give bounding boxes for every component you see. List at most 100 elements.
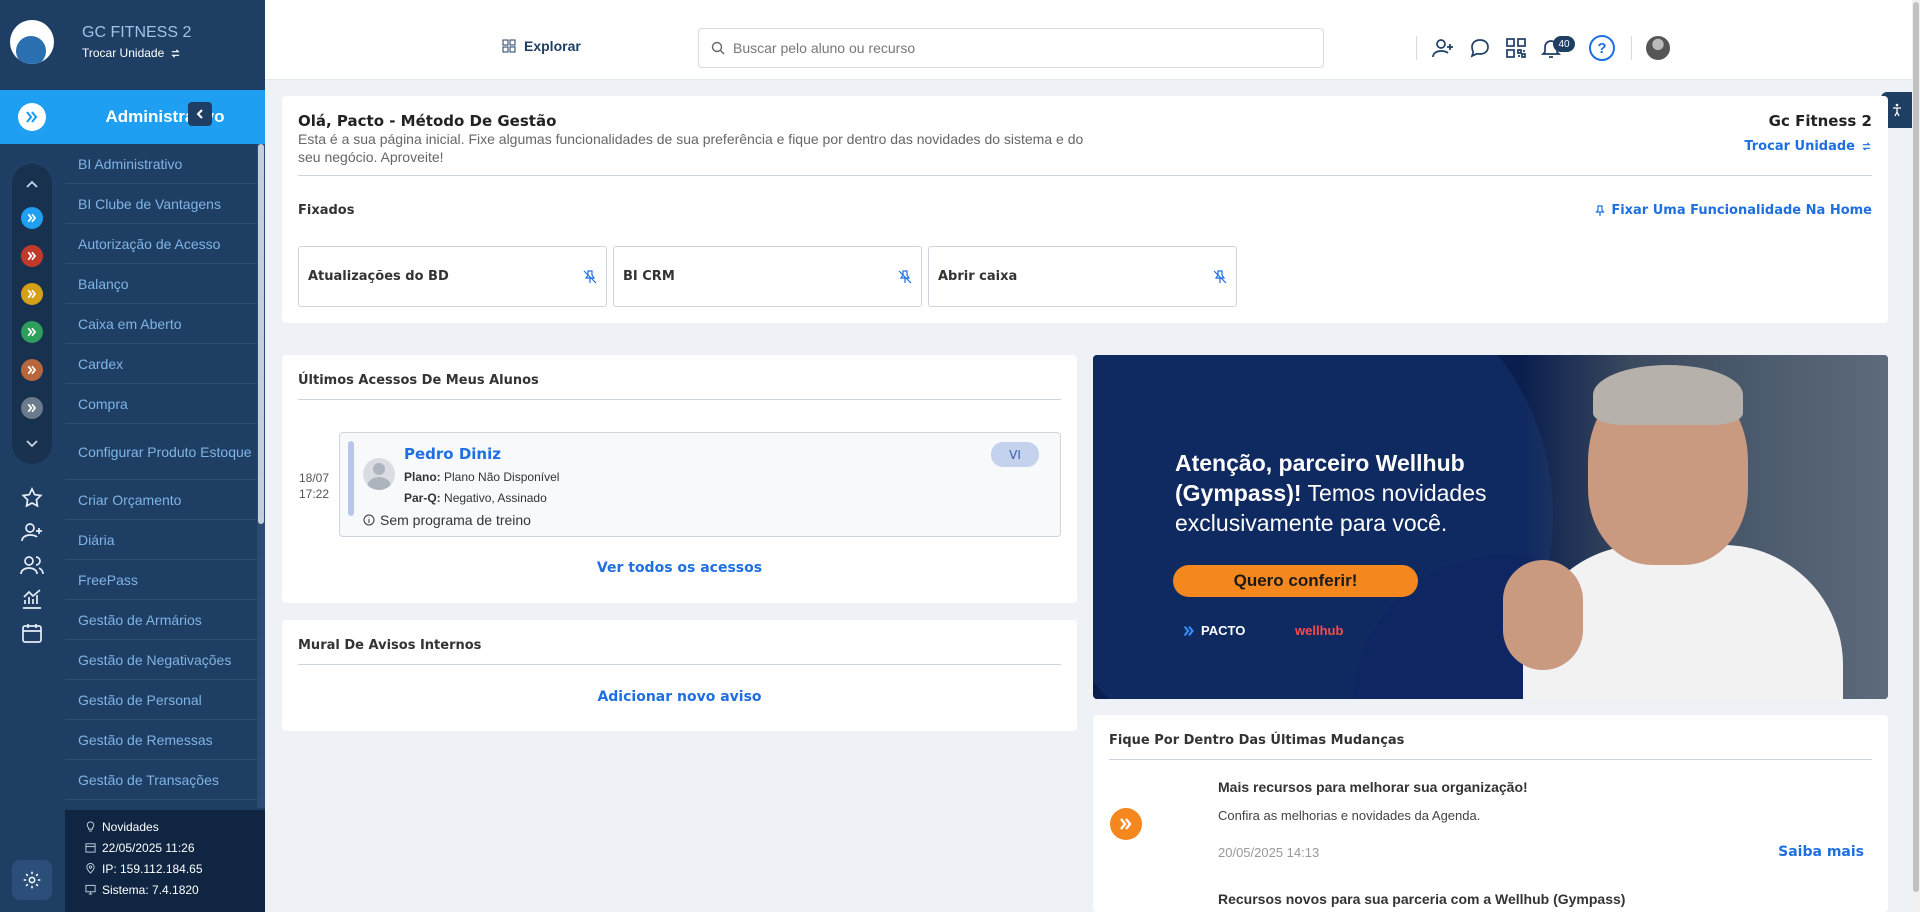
switch-unit-label: Trocar Unidade [1744, 139, 1855, 154]
sidebar-scrollbar[interactable] [257, 144, 265, 808]
divider [298, 399, 1061, 400]
sidebar-item-cardex[interactable]: Cardex [65, 344, 257, 384]
news-item-more-link[interactable]: Saiba mais [1778, 844, 1864, 860]
explore-label: Explorar [524, 38, 581, 54]
module-icon-blue[interactable] [21, 207, 43, 229]
unpin-icon[interactable] [1212, 269, 1228, 285]
student-access-item[interactable]: Pedro Diniz Plano: Plano Não Disponível … [339, 432, 1061, 537]
users-icon[interactable] [20, 553, 44, 577]
news-item-title-2: Recursos novos para sua parceria com a W… [1218, 891, 1626, 907]
student-name[interactable]: Pedro Diniz [404, 445, 501, 463]
internal-notices-card: Mural De Avisos Internos Adicionar novo … [282, 620, 1077, 731]
toolbar-divider [1631, 36, 1632, 60]
pinned-item-bi-crm[interactable]: BI CRM [613, 246, 922, 307]
current-unit-name: Gc Fitness 2 [1768, 112, 1872, 130]
sidebar-item-bi-administrativo[interactable]: BI Administrativo [65, 144, 257, 184]
notifications-badge: 40 [1553, 36, 1575, 52]
chart-icon[interactable] [20, 587, 44, 611]
calendar-small-icon [85, 843, 96, 853]
pinned-item-atualizacoes-do-bd[interactable]: Atualizações do BD [298, 246, 607, 307]
page-scrollbar[interactable] [1912, 0, 1920, 912]
last-accesses-card: Últimos Acessos De Meus Alunos 18/07 17:… [282, 355, 1077, 603]
star-icon[interactable] [20, 486, 44, 510]
student-avatar [363, 458, 395, 490]
sidebar-item-gestao-de-negativacoes[interactable]: Gestão de Negativações [65, 640, 257, 680]
pin-icon [1595, 204, 1606, 216]
info-icon [363, 514, 375, 526]
internal-notices-title: Mural De Avisos Internos [298, 638, 482, 653]
see-all-accesses-link[interactable]: Ver todos os acessos [282, 560, 1077, 576]
divider [298, 175, 1872, 176]
sidebar-item-gestao-de-remessas[interactable]: Gestão de Remessas [65, 720, 257, 760]
banner-headline: Atenção, parceiro Wellhub (Gympass)! Tem… [1175, 448, 1595, 538]
search-icon [711, 41, 725, 55]
sidebar-module-title: Administrativo [65, 90, 265, 144]
unpin-icon[interactable] [897, 269, 913, 285]
add-notice-link[interactable]: Adicionar novo aviso [282, 689, 1077, 705]
module-icon-gray[interactable] [21, 397, 43, 419]
company-logo[interactable] [10, 20, 54, 64]
news-item-icon [1110, 808, 1142, 840]
sidebar-item-configurar-produto-estoque[interactable]: Configurar Produto Estoque [65, 424, 257, 480]
sidebar-item-criar-orcamento[interactable]: Criar Orçamento [65, 480, 257, 520]
pinned-item-abrir-caixa[interactable]: Abrir caixa [928, 246, 1237, 307]
settings-button[interactable] [12, 860, 52, 900]
chat-icon[interactable] [1468, 36, 1492, 60]
unpin-icon[interactable] [582, 269, 598, 285]
calendar-icon[interactable] [20, 621, 44, 645]
news-item-title: Mais recursos para melhorar sua organiza… [1218, 779, 1528, 795]
sidebar-unit-name: GC FITNESS 2 [82, 24, 192, 41]
no-program-label: Sem programa de treino [380, 512, 531, 528]
sidebar-item-freepass[interactable]: FreePass [65, 560, 257, 600]
sidebar-item-balanco[interactable]: Balanço [65, 264, 257, 304]
sidebar-item-gestao-de-transacoes[interactable]: Gestão de Transações [65, 760, 257, 800]
module-icon-red[interactable] [21, 245, 43, 267]
sidebar-item-compra[interactable]: Compra [65, 384, 257, 424]
rail-active-module[interactable] [0, 90, 65, 144]
qr-code-icon[interactable] [1504, 36, 1528, 60]
module-icon-green[interactable] [21, 321, 43, 343]
access-date: 18/07 [298, 471, 330, 485]
grid-icon [502, 39, 516, 53]
swap-icon [171, 48, 180, 58]
last-accesses-title: Últimos Acessos De Meus Alunos [298, 373, 539, 388]
icon-rail [0, 0, 65, 912]
collapse-sidebar-button[interactable] [188, 102, 212, 126]
latest-changes-card: Fique Por Dentro Das Últimas Mudanças Ma… [1093, 715, 1888, 912]
banner-cta-button[interactable]: Quero conferir! [1173, 565, 1418, 597]
add-user-icon[interactable] [1431, 36, 1455, 60]
chevron-down-icon[interactable] [23, 434, 41, 452]
sidebar-item-autorizacao-de-acesso[interactable]: Autorização de Acesso [65, 224, 257, 264]
monitor-icon [85, 884, 96, 895]
module-icon-yellow[interactable] [21, 283, 43, 305]
plan-label: Plano: [404, 470, 441, 484]
search-input[interactable] [733, 40, 1293, 56]
swap-icon [1862, 142, 1871, 151]
explore-button[interactable]: Explorar [502, 38, 581, 54]
sidebar-item-bi-clube-de-vantagens[interactable]: BI Clube de Vantagens [65, 184, 257, 224]
pacto-module-icon [18, 103, 46, 131]
sidebar-item-gestao-de-armarios[interactable]: Gestão de Armários [65, 600, 257, 640]
sidebar-item-diaria[interactable]: Diária [65, 520, 257, 560]
sidebar-switch-unit-label: Trocar Unidade [82, 46, 165, 60]
module-icon-brown[interactable] [21, 359, 43, 381]
sidebar-item-gestao-de-personal[interactable]: Gestão de Personal [65, 680, 257, 720]
pinned-item-label: Atualizações do BD [308, 269, 449, 284]
chevron-up-icon[interactable] [23, 176, 41, 194]
chevron-left-icon [196, 109, 203, 119]
help-icon[interactable]: ? [1589, 35, 1615, 61]
pin-feature-link[interactable]: Fixar Uma Funcionalidade Na Home [1595, 203, 1872, 218]
sidebar-switch-unit[interactable]: Trocar Unidade [82, 46, 181, 60]
student-program-status: Sem programa de treino [363, 512, 531, 528]
switch-unit-link[interactable]: Trocar Unidade [1744, 139, 1872, 154]
sidebar-item-caixa-em-aberto[interactable]: Caixa em Aberto [65, 304, 257, 344]
footer-ip: IP: 159.112.184.65 [102, 861, 203, 876]
student-status-badge: VI [991, 442, 1039, 467]
parq-label: Par-Q: [404, 491, 441, 505]
wellhub-banner[interactable]: Atenção, parceiro Wellhub (Gympass)! Tem… [1093, 355, 1888, 699]
toolbar-divider [1416, 36, 1417, 60]
add-user-icon[interactable] [20, 520, 44, 544]
footer-news[interactable]: Novidades [102, 820, 159, 834]
module-switcher [12, 164, 52, 464]
user-avatar[interactable] [1646, 36, 1670, 60]
